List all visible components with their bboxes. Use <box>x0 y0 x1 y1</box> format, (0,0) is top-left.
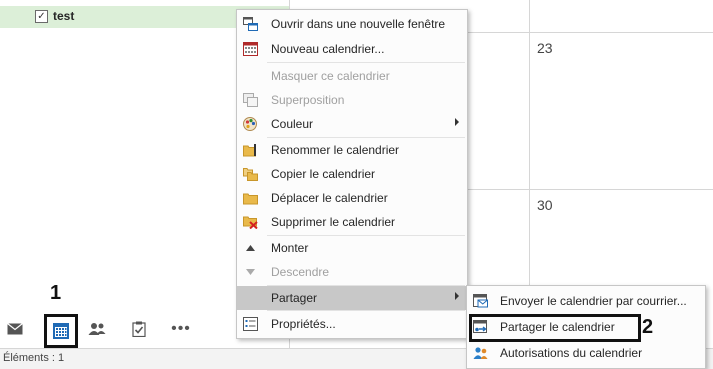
menu-separator <box>267 310 465 311</box>
submenu-item-email-calendar[interactable]: Envoyer le calendrier par courrier... <box>467 289 705 313</box>
day-number: 30 <box>537 197 553 213</box>
context-menu: Ouvrir dans une nouvelle fenêtre Nouveau… <box>236 9 468 339</box>
submenu-item-label: Autorisations du calendrier <box>500 346 643 360</box>
menu-item-copy-calendar[interactable]: Copier le calendrier <box>237 162 467 186</box>
item-count: Éléments : 1 <box>3 352 65 364</box>
menu-item-label: Descendre <box>271 265 330 279</box>
menu-item-label: Renommer le calendrier <box>271 143 400 157</box>
menu-item-label: Supprimer le calendrier <box>271 215 396 229</box>
people-icon[interactable] <box>86 318 108 340</box>
menu-item-label: Ouvrir dans une nouvelle fenêtre <box>271 17 446 31</box>
more-icon[interactable]: ••• <box>170 318 192 340</box>
rename-folder-icon <box>243 143 258 157</box>
menu-item-label: Propriétés... <box>271 317 336 331</box>
calendar-folder-name: test <box>53 9 75 23</box>
menu-item-hide-calendar[interactable]: Masquer ce calendrier <box>237 64 467 88</box>
menu-item-share[interactable]: Partager <box>237 286 467 310</box>
menu-separator <box>267 62 465 63</box>
move-down-icon <box>243 265 258 279</box>
menu-item-delete-calendar[interactable]: Supprimer le calendrier <box>237 210 467 234</box>
mail-icon[interactable] <box>4 318 26 340</box>
permissions-icon <box>473 346 488 360</box>
menu-item-new-calendar[interactable]: Nouveau calendrier... <box>237 37 467 61</box>
menu-item-properties[interactable]: Propriétés... <box>237 312 467 336</box>
highlight-box <box>469 314 641 342</box>
menu-item-move-down[interactable]: Descendre <box>237 260 467 284</box>
menu-item-move-calendar[interactable]: Déplacer le calendrier <box>237 186 467 210</box>
menu-item-label: Copier le calendrier <box>271 167 376 181</box>
submenu-arrow-icon <box>455 292 459 300</box>
day-number: 23 <box>537 40 553 56</box>
menu-item-label: Monter <box>271 241 309 255</box>
copy-folder-icon <box>243 167 258 181</box>
menu-item-color[interactable]: Couleur <box>237 112 467 136</box>
menu-item-overlay[interactable]: Superposition <box>237 88 467 112</box>
color-palette-icon <box>243 117 258 131</box>
email-calendar-icon <box>473 294 488 308</box>
delete-folder-icon <box>243 215 258 230</box>
move-folder-icon <box>243 191 258 205</box>
menu-item-open-new-window[interactable]: Ouvrir dans une nouvelle fenêtre <box>237 12 467 36</box>
tasks-icon[interactable] <box>128 318 150 340</box>
menu-item-label: Partager <box>271 291 318 305</box>
menu-item-rename-calendar[interactable]: Renommer le calendrier <box>237 138 467 162</box>
calendar-icon[interactable] <box>44 314 78 348</box>
new-window-icon <box>243 17 258 31</box>
menu-item-label: Superposition <box>271 93 345 107</box>
new-calendar-icon <box>243 42 258 56</box>
move-up-icon <box>243 241 258 255</box>
menu-item-label: Couleur <box>271 117 314 131</box>
submenu-arrow-icon <box>455 118 459 126</box>
menu-item-move-up[interactable]: Monter <box>237 236 467 260</box>
submenu-item-label: Envoyer le calendrier par courrier... <box>500 294 687 308</box>
calendar-checkbox[interactable]: ✓ <box>35 10 48 23</box>
annotation-step-one: 1 <box>50 282 62 304</box>
menu-item-label: Masquer ce calendrier <box>271 69 390 83</box>
hide-calendar-icon <box>243 69 258 83</box>
annotation-step-two: 2 <box>642 316 654 338</box>
properties-icon <box>243 317 258 331</box>
overlay-icon <box>243 93 258 107</box>
submenu-item-calendar-permissions[interactable]: Autorisations du calendrier <box>467 341 705 365</box>
menu-item-label: Nouveau calendrier... <box>271 42 385 56</box>
menu-item-label: Déplacer le calendrier <box>271 191 388 205</box>
share-submenu: Envoyer le calendrier par courrier... Pa… <box>466 285 706 369</box>
